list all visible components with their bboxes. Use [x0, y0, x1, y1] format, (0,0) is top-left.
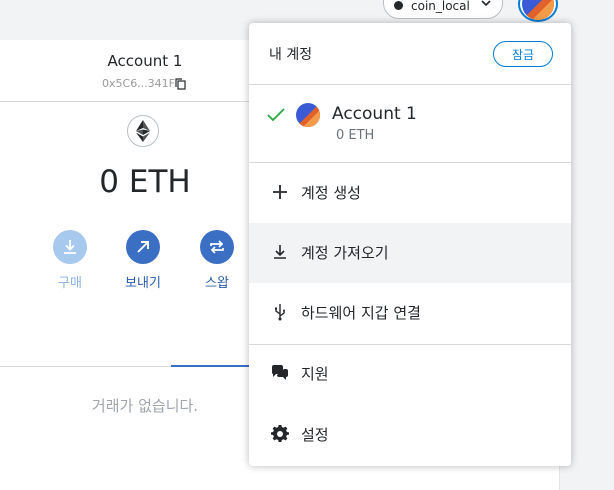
arrow-up-right-icon — [126, 230, 160, 264]
import-icon — [274, 245, 286, 259]
account-list-item[interactable]: Account 1 0 ETH — [249, 85, 571, 163]
ethereum-icon — [127, 115, 159, 147]
account-address[interactable]: 0x5C6...341F — [102, 77, 175, 90]
send-button[interactable]: 보내기 — [113, 230, 173, 291]
lock-button[interactable]: 잠금 — [493, 41, 553, 67]
empty-transactions-text: 거래가 없습니다. — [91, 397, 199, 415]
network-selector[interactable]: coin_local — [383, 0, 503, 19]
swap-icon — [200, 230, 234, 264]
create-account-item[interactable]: 계정 생성 — [249, 163, 571, 223]
network-label: coin_local — [411, 0, 470, 13]
swap-button[interactable]: 스왑 — [187, 230, 247, 291]
swap-label: 스왑 — [205, 276, 229, 291]
buy-button[interactable]: 구매 — [40, 230, 100, 291]
balance-display: 0 ETH — [99, 164, 191, 200]
download-icon — [53, 230, 87, 264]
connect-hardware-label: 하드웨어 지갑 연결 — [301, 304, 421, 322]
account-menu-title: 내 계정 — [269, 47, 313, 63]
buy-label: 구매 — [58, 276, 82, 291]
chevron-down-icon — [481, 0, 491, 7]
send-label: 보내기 — [125, 276, 161, 291]
support-label: 지원 — [301, 365, 329, 383]
create-account-label: 계정 생성 — [301, 184, 361, 202]
copy-icon[interactable] — [175, 78, 186, 90]
account-menu-button[interactable] — [518, 0, 558, 22]
gear-icon — [271, 425, 289, 443]
import-account-label: 계정 가져오기 — [301, 244, 389, 262]
account-list-balance: 0 ETH — [336, 128, 375, 143]
usb-icon — [275, 304, 285, 321]
network-status-dot — [394, 1, 403, 10]
account-menu-header: 내 계정 잠금 — [249, 23, 571, 85]
import-account-item[interactable]: 계정 가져오기 — [249, 223, 571, 283]
settings-label: 설정 — [301, 426, 329, 444]
check-icon — [267, 108, 285, 122]
account-menu: 내 계정 잠금 Account 1 0 ETH 계정 생성 계정 가져오기 하드… — [249, 23, 571, 466]
support-item[interactable]: 지원 — [249, 344, 571, 404]
avatar — [296, 103, 320, 127]
account-list-name: Account 1 — [332, 104, 417, 124]
account-name: Account 1 — [107, 52, 183, 70]
settings-item[interactable]: 설정 — [249, 405, 571, 465]
chat-icon — [272, 365, 288, 380]
avatar — [522, 0, 554, 20]
plus-icon — [273, 185, 287, 199]
connect-hardware-item[interactable]: 하드웨어 지갑 연결 — [249, 283, 571, 343]
